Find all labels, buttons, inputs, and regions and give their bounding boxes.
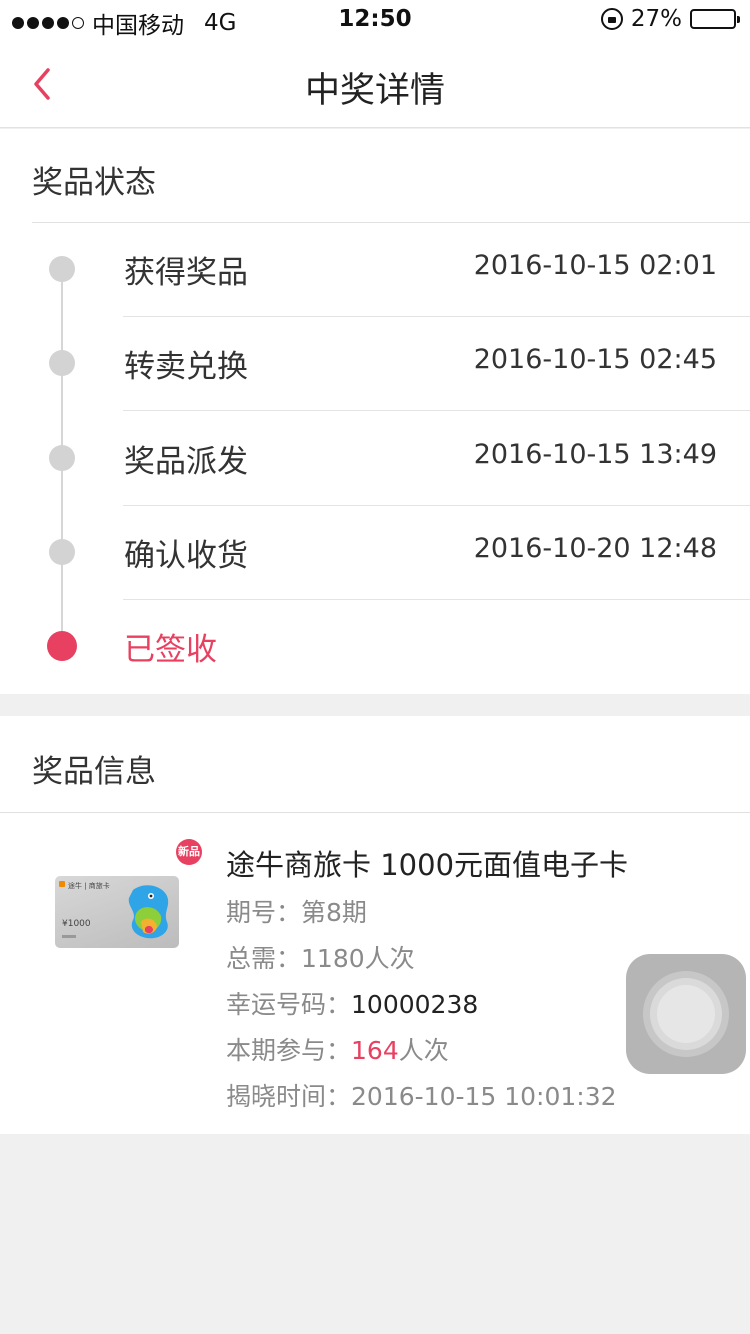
assistive-touch-button[interactable] xyxy=(626,954,746,1074)
period-value: 第8期 xyxy=(301,898,367,927)
step-time: 2016-10-15 02:45 xyxy=(473,344,717,375)
timeline-dot xyxy=(49,539,75,565)
step-label: 已签收 xyxy=(124,632,217,668)
participation-row: 本期参与：164人次 xyxy=(226,1031,449,1067)
join-label: 本期参与： xyxy=(226,1036,352,1065)
step-label: 获得奖品 xyxy=(124,255,248,291)
battery-percent: 27% xyxy=(630,6,682,32)
section-title-info: 奖品信息 xyxy=(32,754,156,790)
timeline-step: 转卖兑换 2016-10-15 02:45 xyxy=(0,317,750,411)
lucky-value: 10000238 xyxy=(351,990,479,1019)
section-title-status: 奖品状态 xyxy=(32,165,156,201)
reveal-label: 揭晓时间： xyxy=(226,1082,352,1111)
card-brand: 途牛 | 商旅卡 xyxy=(68,882,110,890)
total-value: 1180人次 xyxy=(301,944,415,973)
nav-bar: 中奖详情 xyxy=(0,40,750,128)
lucky-number-row: 幸运号码：10000238 xyxy=(226,985,478,1021)
lucky-label: 幸运号码： xyxy=(226,990,352,1019)
timeline-dot xyxy=(49,256,75,282)
card-foot xyxy=(62,935,76,938)
status-right: 27% xyxy=(600,6,740,32)
reveal-time-row: 揭晓时间：2016-10-15 10:01:32 xyxy=(226,1077,617,1113)
step-time: 2016-10-15 02:01 xyxy=(473,250,717,281)
assistive-core xyxy=(657,985,715,1043)
timeline-dot xyxy=(49,350,75,376)
period-row: 期号：第8期 xyxy=(226,893,367,929)
prize-name[interactable]: 途牛商旅卡 1000元面值电子卡 xyxy=(226,842,628,884)
prize-status-section: 奖品状态 获得奖品 2016-10-15 02:01 转卖兑换 2016-10-… xyxy=(0,129,750,694)
step-label: 确认收货 xyxy=(124,538,248,574)
rotation-lock-icon xyxy=(600,8,623,30)
row-divider xyxy=(123,410,750,411)
total-row: 总需：1180人次 xyxy=(226,939,415,975)
reveal-value: 2016-10-15 10:01:32 xyxy=(351,1082,617,1111)
period-label: 期号： xyxy=(226,898,302,927)
total-label: 总需： xyxy=(226,944,302,973)
timeline-dot-active xyxy=(47,631,77,661)
step-label: 转卖兑换 xyxy=(124,349,248,385)
timeline-step: 获得奖品 2016-10-15 02:01 xyxy=(0,223,750,317)
join-unit: 人次 xyxy=(398,1036,449,1065)
card-value: ¥1000 xyxy=(62,919,91,929)
join-count: 164 xyxy=(351,1036,399,1065)
step-label: 奖品派发 xyxy=(124,444,248,480)
timeline-step-current: 已签收 xyxy=(0,600,750,694)
prize-card-image[interactable]: 途牛 | 商旅卡 ¥1000 xyxy=(55,876,179,948)
tuniu-logo-icon xyxy=(59,881,65,887)
prize-info-section: 奖品信息 途牛 | 商旅卡 ¥1000 新品 途牛商旅卡 1000元面值电子卡 … xyxy=(0,716,750,1134)
timeline-step: 奖品派发 2016-10-15 13:49 xyxy=(0,412,750,506)
page-title: 中奖详情 xyxy=(304,71,445,111)
timeline-step: 确认收货 2016-10-20 12:48 xyxy=(0,506,750,600)
step-time: 2016-10-20 12:48 xyxy=(473,533,717,564)
section-divider xyxy=(0,812,750,813)
new-badge: 新品 xyxy=(176,839,202,865)
mascot-illustration-icon xyxy=(128,885,169,939)
battery-icon xyxy=(690,9,740,29)
timeline-dot xyxy=(49,445,75,471)
status-bar: 中国移动 4G 12:50 27% xyxy=(0,0,750,40)
step-time: 2016-10-15 13:49 xyxy=(473,439,717,470)
